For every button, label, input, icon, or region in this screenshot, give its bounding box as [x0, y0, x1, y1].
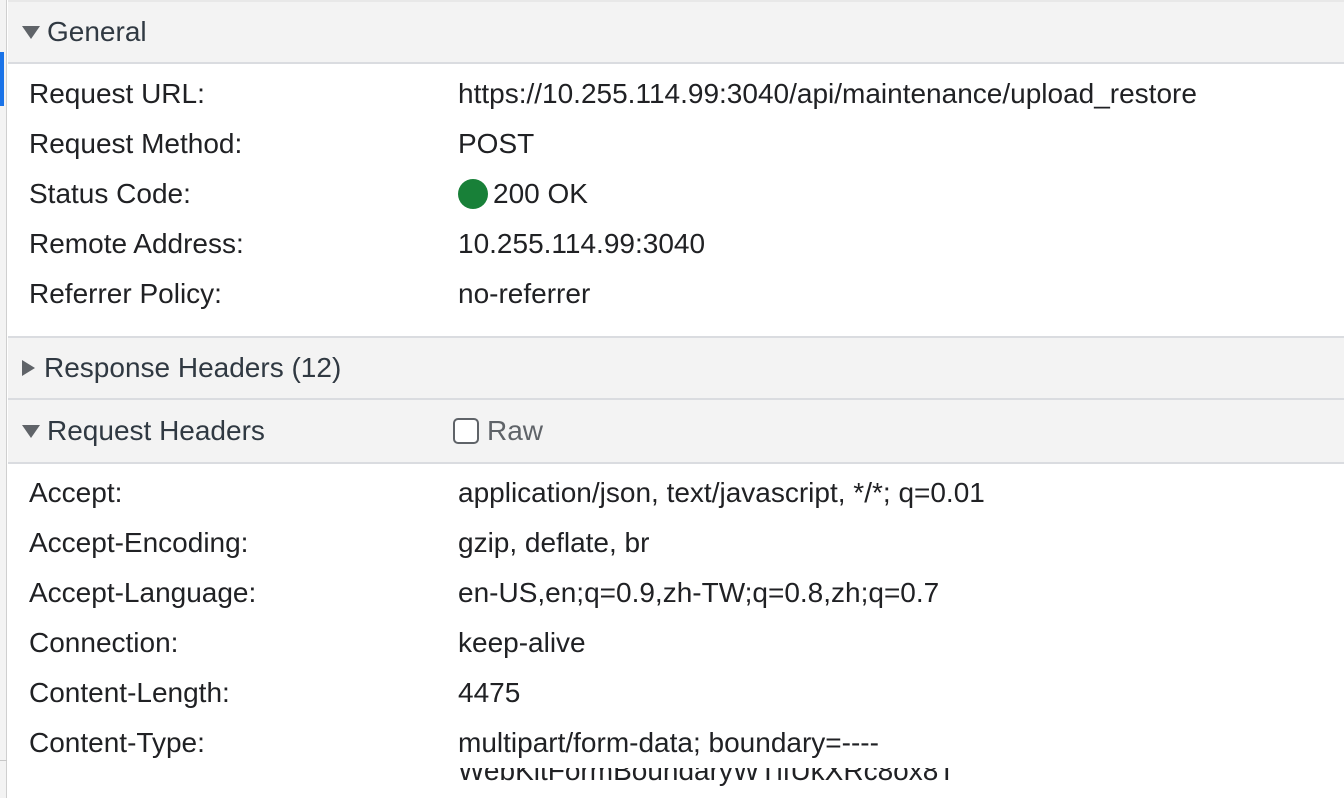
triangle-right-icon [22, 360, 35, 376]
selected-request-indicator [0, 52, 4, 106]
row-value-continuation: WebKitFormBoundaryWTlfUkXRc8ox8T [458, 768, 956, 786]
row-value: POST [458, 128, 535, 159]
general-title: General [47, 16, 147, 47]
request-header-rows: Accept: application/json, text/javascrip… [8, 464, 1344, 798]
row-value: application/json, text/javascript, */*; … [458, 477, 985, 508]
raw-toggle[interactable]: Raw [453, 400, 543, 462]
request-header-row-accept: Accept: application/json, text/javascrip… [8, 468, 1344, 518]
row-key: Accept-Language: [29, 577, 257, 608]
headers-panel: General Request URL: https://10.255.114.… [8, 0, 1344, 798]
general-row-remote-address: Remote Address: 10.255.114.99:3040 [8, 219, 1344, 269]
divider [0, 760, 7, 761]
row-value: 4475 [458, 677, 521, 708]
request-header-row-accept-encoding: Accept-Encoding: gzip, deflate, br [8, 518, 1344, 568]
row-value-status: 200 OK [458, 169, 588, 219]
general-row-request-method: Request Method: POST [8, 119, 1344, 169]
row-value: https://10.255.114.99:3040/api/maintenan… [458, 78, 1197, 109]
response-headers-title: Response Headers (12) [44, 352, 342, 383]
status-text: 200 OK [493, 178, 588, 209]
devtools-headers-pane: General Request URL: https://10.255.114.… [0, 0, 1344, 798]
row-key: Accept: [29, 477, 123, 508]
general-rows: Request URL: https://10.255.114.99:3040/… [8, 64, 1344, 336]
request-header-row-content-length: Content-Length: 4475 [8, 668, 1344, 718]
request-header-row-connection: Connection: keep-alive [8, 618, 1344, 668]
row-value: no-referrer [458, 278, 591, 309]
request-headers-title: Request Headers [47, 415, 265, 446]
status-dot-icon [458, 179, 488, 209]
row-key: Status Code: [29, 178, 191, 209]
row-value: multipart/form-data; boundary=---- [458, 727, 879, 758]
raw-label: Raw [487, 415, 544, 446]
general-section-header[interactable]: General [8, 0, 1344, 64]
triangle-down-icon [22, 25, 40, 39]
row-value: keep-alive [458, 627, 586, 658]
row-key: Remote Address: [29, 228, 244, 259]
row-key: Request Method: [29, 128, 243, 159]
response-headers-section-header[interactable]: Response Headers (12) [8, 336, 1344, 400]
row-value: 10.255.114.99:3040 [458, 228, 706, 259]
row-value: gzip, deflate, br [458, 527, 650, 558]
row-key: Content-Type: [29, 727, 205, 758]
general-row-status-code: Status Code: 200 OK [8, 169, 1344, 219]
row-key: Content-Length: [29, 677, 230, 708]
general-row-request-url: Request URL: https://10.255.114.99:3040/… [8, 69, 1344, 119]
row-key: Connection: [29, 627, 179, 658]
request-headers-section-header[interactable]: Request Headers Raw [8, 400, 1344, 464]
request-header-row-content-type: Content-Type: multipart/form-data; bound… [8, 718, 1344, 768]
row-key: Referrer Policy: [29, 278, 222, 309]
general-row-referrer-policy: Referrer Policy: no-referrer [8, 269, 1344, 319]
raw-checkbox[interactable] [453, 418, 479, 444]
request-header-row-continuation: WebKitFormBoundaryWTlfUkXRc8ox8T [8, 768, 1344, 798]
row-key: Accept-Encoding: [29, 527, 249, 558]
row-key: Request URL: [29, 78, 205, 109]
request-list-edge [0, 0, 7, 798]
row-value: en-US,en;q=0.9,zh-TW;q=0.8,zh;q=0.7 [458, 577, 940, 608]
request-header-row-accept-language: Accept-Language: en-US,en;q=0.9,zh-TW;q=… [8, 568, 1344, 618]
triangle-down-icon [22, 424, 40, 438]
